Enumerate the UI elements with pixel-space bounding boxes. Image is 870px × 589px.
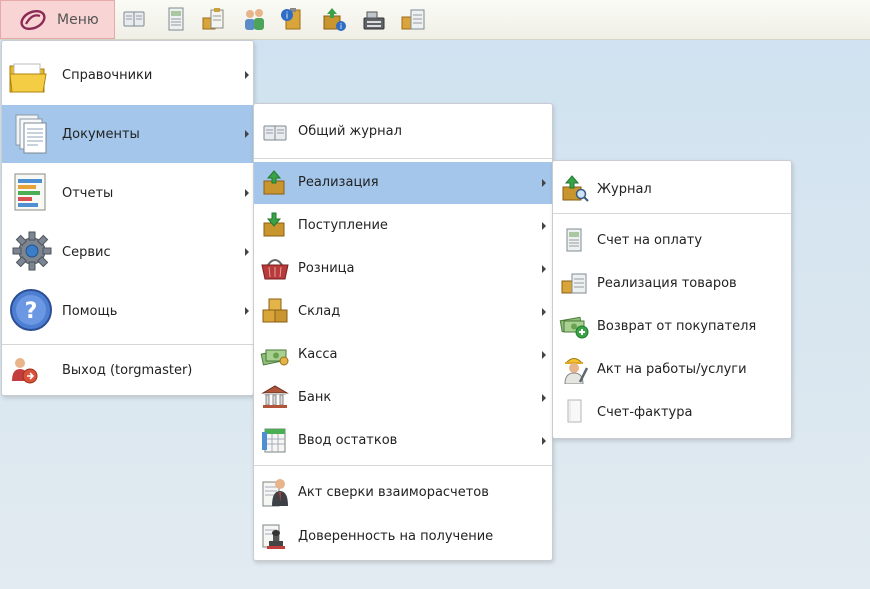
- submenu-arrow-icon: [245, 71, 249, 79]
- documents-icon: [12, 113, 48, 155]
- goods-icon: [560, 270, 588, 296]
- submenu-arrow-icon: [542, 179, 546, 187]
- gear-icon: [12, 231, 52, 271]
- folder-icon: [8, 58, 48, 96]
- menu-item-warehouse[interactable]: Склад: [254, 290, 552, 333]
- menu-item-sales[interactable]: Реализация: [254, 162, 552, 204]
- menu-item-payment-invoice[interactable]: Счет на оплату: [553, 219, 791, 262]
- boxes-icon: [261, 298, 289, 324]
- menu-item-sales-journal[interactable]: Журнал: [553, 167, 791, 211]
- submenu-arrow-icon: [542, 265, 546, 273]
- menu-item-label: Поступление: [298, 218, 388, 233]
- menu-item-label: Реализация: [298, 175, 379, 190]
- main-menu-button[interactable]: Меню: [0, 0, 115, 39]
- clipboard-icon[interactable]: [200, 6, 226, 32]
- journal-icon: [262, 119, 288, 145]
- menu-item-retail[interactable]: Розница: [254, 247, 552, 290]
- box-down-icon: [262, 212, 288, 238]
- submenu-arrow-icon: [542, 222, 546, 230]
- submenu-arrow-icon: [245, 130, 249, 138]
- info-clipboard-icon[interactable]: i: [279, 6, 305, 32]
- menu-separator: [254, 465, 552, 466]
- sales-submenu: Журнал Счет на оплату Реализация товаров: [552, 160, 792, 439]
- basket-icon: [260, 255, 290, 281]
- svg-text:i: i: [286, 12, 289, 22]
- toolbar: Меню i i: [0, 0, 870, 40]
- box-up-icon: [262, 170, 288, 196]
- menu-item-directories[interactable]: Справочники: [2, 46, 253, 105]
- menu-item-label: Акт сверки взаиморасчетов: [298, 485, 489, 500]
- menu-item-label: Документы: [62, 127, 140, 142]
- menu-item-label: Выход (torgmaster): [62, 363, 193, 378]
- help-icon: ?: [9, 288, 53, 332]
- menu-item-label: Общий журнал: [298, 124, 402, 139]
- menu-item-label: Счет на оплату: [597, 233, 703, 248]
- submenu-arrow-icon: [245, 248, 249, 256]
- menu-item-bank[interactable]: Банк: [254, 376, 552, 419]
- submenu-arrow-icon: [542, 351, 546, 359]
- menu-separator: [553, 213, 791, 214]
- menu-item-general-journal[interactable]: Общий журнал: [254, 110, 552, 154]
- menu-item-power-of-attorney[interactable]: Доверенность на получение: [254, 514, 552, 558]
- menu-item-receipt[interactable]: Поступление: [254, 204, 552, 247]
- main-menu: Справочники Документы Отчеты Сервис ? По…: [1, 40, 254, 396]
- submenu-arrow-icon: [245, 189, 249, 197]
- menu-item-label: Доверенность на получение: [298, 529, 494, 544]
- menu-item-reconciliation-act[interactable]: Акт сверки взаиморасчетов: [254, 470, 552, 514]
- menu-item-service[interactable]: Сервис: [2, 222, 253, 281]
- money-icon: [260, 342, 290, 368]
- svg-text:?: ?: [25, 299, 38, 324]
- menu-item-label: Касса: [298, 347, 338, 362]
- menu-separator: [254, 158, 552, 159]
- blank-doc-icon: [561, 398, 587, 424]
- menu-item-label: Журнал: [597, 182, 652, 197]
- menu-item-label: Возврат от покупателя: [597, 319, 757, 334]
- menu-item-documents[interactable]: Документы: [2, 105, 253, 163]
- menu-item-label: Реализация товаров: [597, 276, 737, 291]
- bank-icon: [261, 384, 289, 410]
- invoice-icon[interactable]: [163, 6, 189, 32]
- invoice-icon: [561, 227, 587, 253]
- menu-item-label: Розница: [298, 261, 355, 276]
- exit-icon: [9, 355, 39, 385]
- menu-item-works-services-act[interactable]: Акт на работы/услуги: [553, 348, 791, 391]
- box-document-icon[interactable]: [400, 6, 426, 32]
- menu-item-reports[interactable]: Отчеты: [2, 163, 253, 222]
- menu-item-label: Банк: [298, 390, 332, 405]
- worker-icon: [560, 354, 588, 384]
- menu-item-label: Отчеты: [62, 186, 114, 201]
- svg-text:i: i: [340, 22, 342, 31]
- menu-item-label: Акт на работы/услуги: [597, 362, 747, 377]
- cash-register-icon[interactable]: [361, 6, 387, 32]
- menu-item-goods-sales[interactable]: Реализация товаров: [553, 262, 791, 305]
- submenu-arrow-icon: [245, 307, 249, 315]
- menu-item-label: Счет-фактура: [597, 405, 693, 420]
- stamp-icon: [261, 521, 289, 551]
- box-search-icon: [561, 175, 589, 203]
- menu-item-help[interactable]: ? Помощь: [2, 281, 253, 340]
- menu-item-label: Помощь: [62, 304, 118, 319]
- documents-submenu: Общий журнал Реализация Поступление Розн…: [253, 103, 553, 561]
- report-icon: [12, 171, 50, 213]
- users-icon[interactable]: [241, 6, 267, 32]
- money-return-icon: [559, 313, 589, 339]
- menu-item-customer-return[interactable]: Возврат от покупателя: [553, 305, 791, 348]
- submenu-arrow-icon: [542, 394, 546, 402]
- menu-item-opening-balances[interactable]: Ввод остатков: [254, 419, 552, 462]
- person-doc-icon: [261, 476, 289, 508]
- submenu-arrow-icon: [542, 308, 546, 316]
- menu-item-exit[interactable]: Выход (torgmaster): [2, 345, 253, 395]
- menu-item-invoice-facture[interactable]: Счет-фактура: [553, 391, 791, 434]
- journal-icon[interactable]: [121, 6, 147, 32]
- submenu-arrow-icon: [542, 437, 546, 445]
- menu-item-cash[interactable]: Касса: [254, 333, 552, 376]
- table-icon: [261, 426, 289, 454]
- menu-item-label: Ввод остатков: [298, 433, 398, 448]
- main-menu-label: Меню: [57, 12, 99, 28]
- app-logo-icon: [18, 9, 48, 31]
- menu-item-label: Справочники: [62, 68, 153, 83]
- menu-item-label: Склад: [298, 304, 341, 319]
- menu-item-label: Сервис: [62, 245, 111, 260]
- package-info-icon[interactable]: i: [321, 6, 347, 32]
